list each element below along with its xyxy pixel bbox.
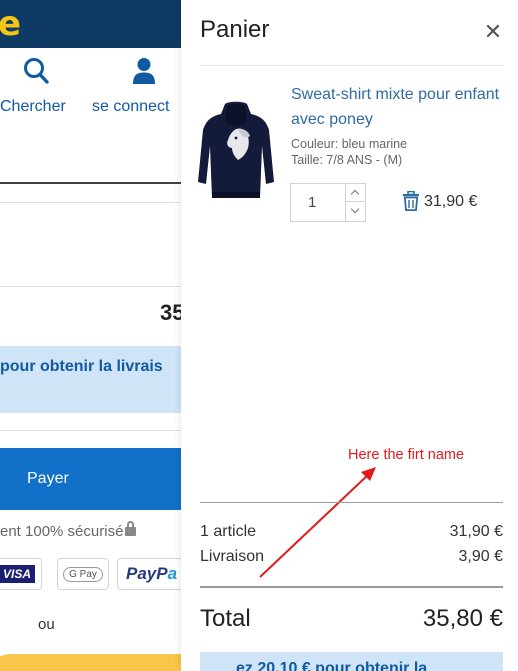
divider bbox=[0, 202, 181, 203]
total-divider bbox=[200, 586, 503, 588]
paypal-logo-text-b: a bbox=[167, 564, 178, 583]
hoodie-image[interactable] bbox=[198, 100, 274, 202]
google-pay-logo-text: G Pay bbox=[63, 566, 103, 582]
google-pay-logo: G Pay bbox=[57, 558, 109, 590]
pay-button-label: Payer bbox=[27, 470, 69, 487]
secure-payment-text: ent 100% sécurisé bbox=[0, 521, 137, 540]
visa-logo-text: VISA bbox=[0, 565, 35, 583]
site-logo[interactable]: e bbox=[0, 4, 21, 44]
trash-icon[interactable] bbox=[402, 191, 420, 211]
cart-item-price: 31,90 € bbox=[424, 193, 478, 210]
nav-search-label[interactable]: Chercher bbox=[0, 98, 66, 116]
visa-logo: VISA bbox=[0, 558, 42, 590]
site-header: e bbox=[0, 0, 181, 48]
cart-divider bbox=[200, 65, 503, 66]
total-value: 35,80 € bbox=[422, 605, 503, 632]
summary-shipping-value: 3,90 € bbox=[458, 548, 503, 565]
nav-login-label[interactable]: se connect bbox=[92, 98, 169, 116]
chevron-up-icon bbox=[350, 189, 360, 199]
order-total-fragment: 35 bbox=[160, 300, 181, 325]
cart-item-color: Couleur: bleu marine bbox=[291, 137, 408, 151]
lock-icon bbox=[125, 521, 137, 536]
cart-item-name[interactable]: Sweat-shirt mixte pour enfant avec poney bbox=[291, 82, 501, 132]
secure-payment-label: ent 100% sécurisé bbox=[0, 523, 124, 540]
paypal-logo-text: PayPa bbox=[126, 564, 177, 584]
summary-shipping-label: Livraison bbox=[200, 548, 265, 565]
cart-drawer: Panier ✕ Sweat-shirt mixte pour enfant a… bbox=[181, 0, 518, 671]
quantity-input[interactable] bbox=[291, 184, 345, 221]
chevron-down-icon bbox=[350, 204, 360, 214]
cart-free-shipping-banner: ez 20,10 € pour obtenir la bbox=[200, 652, 503, 671]
divider bbox=[0, 430, 181, 431]
summary-divider bbox=[200, 502, 503, 503]
quantity-stepper bbox=[290, 183, 366, 222]
divider bbox=[0, 286, 181, 287]
header-divider bbox=[0, 182, 181, 184]
cart-free-shipping-banner-text: ez 20,10 € pour obtenir la bbox=[236, 660, 428, 671]
annotation-note: Here the firt name bbox=[348, 447, 465, 463]
summary-articles-label: 1 article bbox=[200, 523, 257, 540]
quantity-decrease-button[interactable] bbox=[345, 202, 365, 221]
express-pay-button[interactable] bbox=[0, 654, 181, 671]
quantity-increase-button[interactable] bbox=[345, 184, 365, 202]
free-shipping-banner bbox=[0, 346, 181, 413]
total-label: Total bbox=[200, 605, 251, 632]
free-shipping-banner-text: pour obtenir la livrais bbox=[0, 358, 163, 375]
pay-button[interactable]: Payer bbox=[0, 448, 181, 510]
user-icon[interactable] bbox=[132, 57, 156, 85]
close-icon[interactable]: ✕ bbox=[482, 19, 504, 45]
cart-title: Panier bbox=[200, 16, 270, 43]
paypal-logo[interactable]: PayPa bbox=[117, 558, 181, 590]
paypal-logo-text-a: PayP bbox=[126, 564, 168, 583]
summary-articles-value: 31,90 € bbox=[449, 523, 503, 540]
or-separator: ou bbox=[38, 616, 55, 633]
background-page: e Chercher se connect 35 pour obtenir la… bbox=[0, 0, 181, 671]
cart-item-size: Taille: 7/8 ANS - (M) bbox=[291, 153, 403, 167]
search-icon[interactable] bbox=[23, 57, 49, 85]
